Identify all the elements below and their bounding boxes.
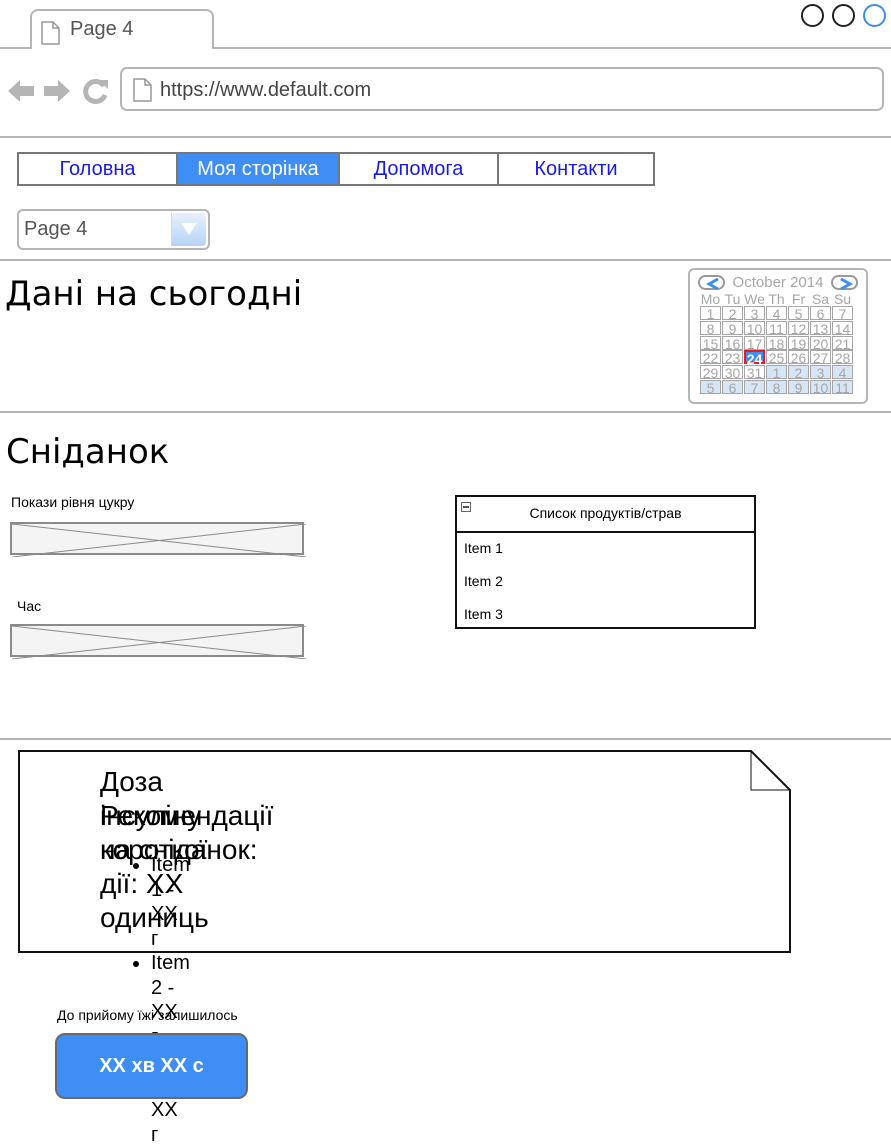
maximize-window-icon[interactable] (863, 4, 886, 27)
address-bar[interactable]: https://www.default.com (120, 67, 884, 111)
tab-title: Page 4 (70, 18, 134, 40)
calendar-day[interactable]: 11 (766, 321, 787, 336)
calendar-day[interactable]: 29 (700, 365, 721, 380)
calendar-weekday: Su (833, 291, 852, 307)
calendar-day[interactable]: 6 (810, 306, 831, 321)
calendar-day[interactable]: 5 (700, 380, 721, 395)
back-arrow-icon[interactable] (6, 76, 36, 111)
calendar-next-button[interactable] (831, 275, 858, 290)
calendar-day[interactable]: 10 (810, 380, 831, 395)
calendar-prev-button[interactable] (698, 275, 725, 290)
page-icon (40, 21, 60, 50)
calendar-selected-day[interactable]: 24 (744, 350, 765, 366)
dropdown-button[interactable] (171, 213, 206, 246)
page-select[interactable]: Page 4 (17, 209, 210, 250)
time-label: Час (17, 598, 42, 614)
breakfast-heading: Сніданок (6, 432, 170, 472)
calendar-day[interactable]: 2 (722, 306, 743, 321)
calendar-day[interactable]: 2 (788, 365, 809, 380)
page-select-value: Page 4 (24, 218, 88, 240)
calendar-day[interactable]: 9 (788, 380, 809, 395)
calendar-day[interactable]: 18 (766, 336, 787, 351)
calendar-day[interactable]: 12 (788, 321, 809, 336)
calendar-day[interactable]: 1 (766, 365, 787, 380)
calendar-weekday: Tu (724, 291, 741, 307)
countdown-button[interactable]: XX хв XX с (55, 1033, 248, 1099)
minimize-window-icon[interactable] (832, 4, 855, 27)
section-divider (0, 738, 891, 740)
calendar-day[interactable]: 8 (700, 321, 721, 336)
forward-arrow-icon[interactable] (42, 76, 72, 111)
calendar-day[interactable]: 8 (766, 380, 787, 395)
calendar-day[interactable]: 23 (722, 350, 743, 365)
calendar-day[interactable]: 14 (832, 321, 853, 336)
time-input[interactable] (10, 624, 306, 659)
list-item[interactable]: Item 1 (464, 540, 503, 556)
close-window-icon[interactable] (801, 4, 824, 27)
countdown-label: До прийому їжі залишилось (57, 1007, 238, 1023)
tab-home[interactable]: Головна (19, 154, 178, 184)
section-divider (0, 411, 891, 413)
tab-contacts[interactable]: Контакти (499, 154, 653, 184)
calendar-day[interactable]: 7 (744, 380, 765, 395)
calendar-day[interactable]: 4 (832, 365, 853, 380)
list-item[interactable]: Item 2 (464, 573, 503, 589)
calendar-day[interactable]: 4 (766, 306, 787, 321)
calendar-weekday: Sa (811, 291, 830, 307)
calendar-day[interactable]: 9 (722, 321, 743, 336)
chrome-divider (0, 136, 891, 138)
calendar-day[interactable]: 7 (832, 306, 853, 321)
calendar-day[interactable]: 6 (722, 380, 743, 395)
calendar-day[interactable]: 20 (810, 336, 831, 351)
calendar-day[interactable]: 21 (832, 336, 853, 351)
sugar-level-input[interactable] (10, 522, 306, 557)
recommendations-list: Item 1 - XX г Item 2 - XX г Item 3 - XX … (106, 853, 190, 1147)
url-text: https://www.default.com (160, 79, 372, 101)
list-item: Item 1 - XX г (151, 853, 190, 951)
page-title: Дані на сьогодні (5, 274, 303, 314)
calendar-weekday: Th (768, 291, 785, 307)
reload-icon[interactable] (80, 76, 110, 111)
products-list-title: Список продуктів/страв (529, 505, 682, 521)
section-divider (0, 259, 891, 261)
products-list-header: Список продуктів/страв (457, 497, 754, 533)
calendar-day[interactable]: 15 (700, 336, 721, 351)
page-icon (132, 78, 152, 107)
calendar-day[interactable]: 22 (700, 350, 721, 365)
calendar: October 2014 Mo Tu We Th Fr Sa Su 1 2 3 4 5 6 7 8 9 10 11… (688, 268, 868, 404)
calendar-day[interactable]: 19 (788, 336, 809, 351)
tab-help[interactable]: Допомога (340, 154, 499, 184)
calendar-weekday: Mo (700, 291, 721, 307)
calendar-day[interactable]: 31 (744, 365, 765, 380)
calendar-day[interactable]: 16 (722, 336, 743, 351)
calendar-day[interactable]: 11 (832, 380, 853, 395)
calendar-day[interactable]: 1 (700, 306, 721, 321)
calendar-day[interactable]: 10 (744, 321, 765, 336)
calendar-day[interactable]: 27 (810, 350, 831, 365)
calendar-day[interactable]: 17 (744, 336, 765, 351)
browser-tab[interactable]: Page 4 (30, 9, 214, 49)
tab-my-page[interactable]: Моя сторінка (178, 154, 340, 184)
calendar-weekday: Fr (791, 291, 806, 307)
list-item[interactable]: Item 3 (464, 606, 503, 622)
calendar-day[interactable]: 28 (832, 350, 853, 365)
calendar-day[interactable]: 3 (744, 306, 765, 321)
calendar-day[interactable]: 25 (766, 350, 787, 365)
calendar-day[interactable]: 26 (788, 350, 809, 365)
calendar-day[interactable]: 3 (810, 365, 831, 380)
nav-menu: Головна Моя сторінка Допомога Контакти (17, 152, 655, 186)
products-list: Список продуктів/страв Item 1 Item 2 Ite… (455, 495, 756, 629)
sugar-level-label: Покази рівня цукру (11, 494, 135, 510)
calendar-weekday: We (744, 291, 765, 307)
calendar-day[interactable]: 13 (810, 321, 831, 336)
calendar-day[interactable]: 30 (722, 365, 743, 380)
tab-gap (32, 47, 212, 49)
calendar-day[interactable]: 5 (788, 306, 809, 321)
